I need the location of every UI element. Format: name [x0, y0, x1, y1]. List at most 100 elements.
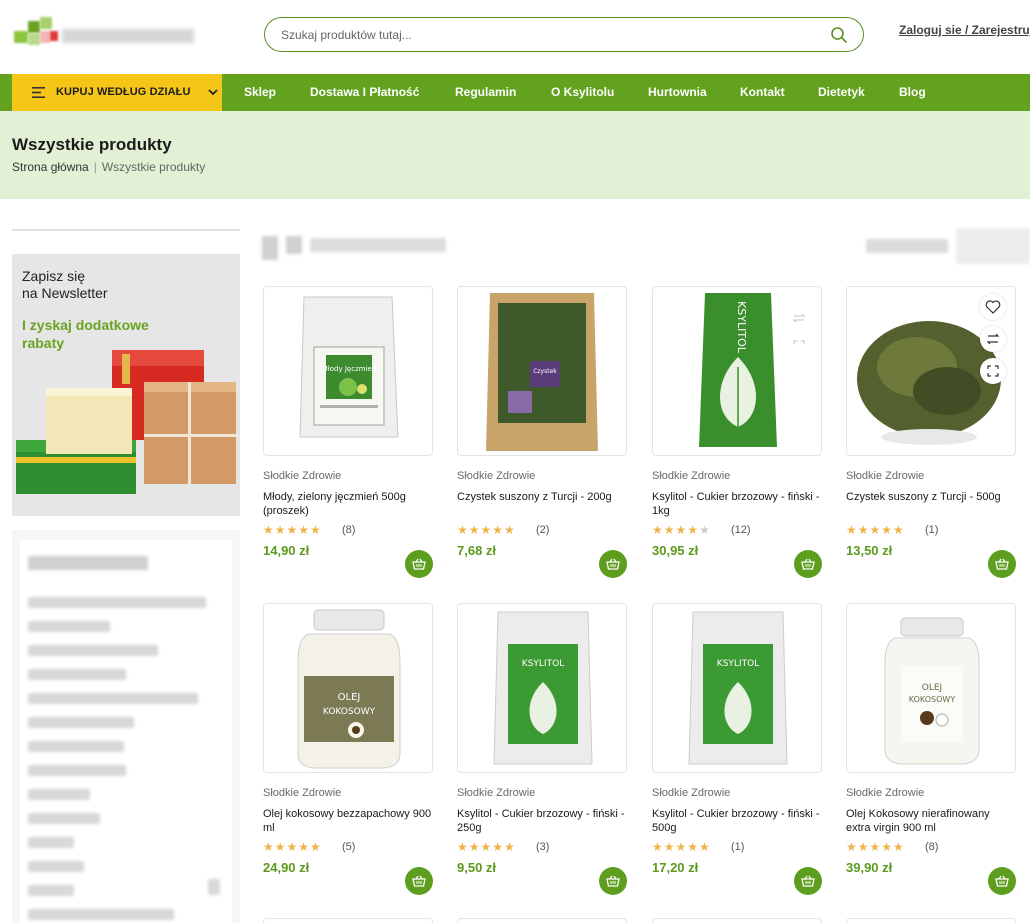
- product-price: 9,50 zł: [457, 860, 497, 875]
- view-grid-toggle[interactable]: [262, 236, 278, 260]
- review-count: (5): [342, 841, 356, 853]
- product-price: 17,20 zł: [652, 860, 699, 875]
- heart-icon: [985, 300, 1001, 314]
- add-to-cart-button[interactable]: [794, 550, 822, 578]
- login-register-link[interactable]: Zaloguj sie / Zarejestruj: [899, 23, 1030, 37]
- product-image[interactable]: Czystek: [457, 286, 627, 456]
- product-name[interactable]: Ksylitol - Cukier brzozowy - fiński - 25…: [457, 807, 627, 835]
- product-name[interactable]: Czystek suszony z Turcji - 200g: [457, 490, 627, 504]
- product-image[interactable]: KSYLITOL: [457, 603, 627, 773]
- category-item[interactable]: [28, 621, 110, 632]
- search-bar[interactable]: Szukaj produktów tutaj...: [264, 17, 864, 52]
- quick-view-button[interactable]: [980, 358, 1006, 384]
- search-icon[interactable]: [830, 26, 848, 44]
- product-card[interactable]: [263, 918, 433, 923]
- category-heading: [28, 556, 148, 570]
- category-item[interactable]: [28, 837, 74, 848]
- category-item[interactable]: [28, 813, 100, 824]
- rating-stars: ★★★★★: [652, 840, 711, 854]
- add-to-cart-button[interactable]: [988, 867, 1016, 895]
- basket-icon: [606, 875, 620, 887]
- product-card[interactable]: [652, 918, 822, 923]
- svg-text:Czystek: Czystek: [533, 368, 557, 375]
- rating-stars: ★★★★★: [652, 523, 711, 537]
- product-image[interactable]: KSYLITOL: [652, 603, 822, 773]
- nav-item-sklep[interactable]: Sklep: [244, 85, 276, 99]
- main-nav: KUPUJ WEDŁUG DZIAŁU Sklep Dostawa I Płat…: [0, 74, 1030, 111]
- product-brand: Słodkie Zdrowie: [652, 470, 731, 482]
- add-to-cart-button[interactable]: [794, 867, 822, 895]
- nav-item-kontakt[interactable]: Kontakt: [740, 85, 785, 99]
- compare-button[interactable]: [980, 326, 1006, 352]
- category-item[interactable]: [28, 861, 84, 872]
- product-price: 39,90 zł: [846, 860, 893, 875]
- category-list: [20, 540, 232, 923]
- review-count: (3): [536, 841, 550, 853]
- category-item[interactable]: [28, 645, 158, 656]
- category-item[interactable]: [28, 885, 74, 896]
- basket-icon: [606, 558, 620, 570]
- nav-item-hurtownia[interactable]: Hurtownia: [648, 85, 707, 99]
- department-menu-button[interactable]: KUPUJ WEDŁUG DZIAŁU: [12, 74, 222, 111]
- site-logo[interactable]: [14, 17, 196, 51]
- nav-item-blog[interactable]: Blog: [899, 85, 926, 99]
- review-count: (1): [731, 841, 745, 853]
- sort-select[interactable]: [956, 228, 1030, 264]
- breadcrumb-home[interactable]: Strona główna: [12, 160, 89, 174]
- product-name[interactable]: Ksylitol - Cukier brzozowy - fiński - 50…: [652, 807, 822, 835]
- per-page-selector[interactable]: [866, 239, 948, 253]
- product-image[interactable]: OLEJ KOKOSOWY: [846, 603, 1016, 773]
- category-item[interactable]: [28, 741, 124, 752]
- rating-stars: ★★★★★: [457, 523, 516, 537]
- product-card[interactable]: [846, 918, 1016, 923]
- product-name[interactable]: Ksylitol - Cukier brzozowy - fiński - 1k…: [652, 490, 822, 518]
- product-price: 24,90 zł: [263, 860, 310, 875]
- view-list-toggle[interactable]: [286, 236, 302, 254]
- chevron-down-icon: [208, 89, 218, 96]
- basket-icon: [801, 558, 815, 570]
- nav-item-o-ksylitolu[interactable]: O Ksylitolu: [551, 85, 614, 99]
- category-item[interactable]: [28, 909, 174, 920]
- review-count: (8): [925, 841, 939, 853]
- product-price: 13,50 zł: [846, 543, 893, 558]
- category-item[interactable]: [28, 597, 206, 608]
- nav-item-dostawa[interactable]: Dostawa I Płatność: [310, 85, 419, 99]
- search-input[interactable]: Szukaj produktów tutaj...: [281, 28, 412, 42]
- category-item[interactable]: [28, 669, 126, 680]
- product-name[interactable]: Olej Kokosowy nierafinowany extra virgin…: [846, 807, 1016, 835]
- basket-icon: [995, 558, 1009, 570]
- add-to-cart-button[interactable]: [405, 550, 433, 578]
- add-to-cart-button[interactable]: [405, 867, 433, 895]
- product-name[interactable]: Młody, zielony jęczmień 500g (proszek): [263, 490, 433, 518]
- category-item[interactable]: [28, 765, 126, 776]
- expand-icon: [987, 365, 999, 377]
- product-brand: Słodkie Zdrowie: [263, 470, 342, 482]
- product-name[interactable]: Olej kokosowy bezzapachowy 900 ml: [263, 807, 433, 835]
- svg-text:KSYLITOL: KSYLITOL: [735, 301, 748, 354]
- product-card[interactable]: [457, 918, 627, 923]
- basket-icon: [412, 875, 426, 887]
- product-name[interactable]: Czystek suszony z Turcji - 500g: [846, 490, 1016, 504]
- svg-text:OLEJ: OLEJ: [338, 692, 361, 703]
- category-item[interactable]: [28, 693, 198, 704]
- product-brand: Słodkie Zdrowie: [846, 787, 925, 799]
- newsletter-banner[interactable]: Zapisz się na Newsletter I zyskaj dodatk…: [12, 254, 240, 516]
- basket-icon: [412, 558, 426, 570]
- nav-item-regulamin[interactable]: Regulamin: [455, 85, 516, 99]
- svg-text:KOKOSOWY: KOKOSOWY: [323, 707, 376, 717]
- menu-icon: [32, 87, 45, 98]
- wishlist-button[interactable]: [980, 294, 1006, 320]
- basket-icon: [801, 875, 815, 887]
- category-item[interactable]: [28, 717, 134, 728]
- product-image[interactable]: OLEJ KOKOSOWY: [263, 603, 433, 773]
- add-to-cart-button[interactable]: [599, 867, 627, 895]
- rating-stars: ★★★★★: [457, 840, 516, 854]
- product-price: 30,95 zł: [652, 543, 699, 558]
- svg-text:KSYLITOL: KSYLITOL: [522, 659, 564, 669]
- product-image[interactable]: Młody Jęczmień: [263, 286, 433, 456]
- nav-item-dietetyk[interactable]: Dietetyk: [818, 85, 865, 99]
- add-to-cart-button[interactable]: [599, 550, 627, 578]
- add-to-cart-button[interactable]: [988, 550, 1016, 578]
- product-brand: Słodkie Zdrowie: [846, 470, 925, 482]
- category-item[interactable]: [28, 789, 90, 800]
